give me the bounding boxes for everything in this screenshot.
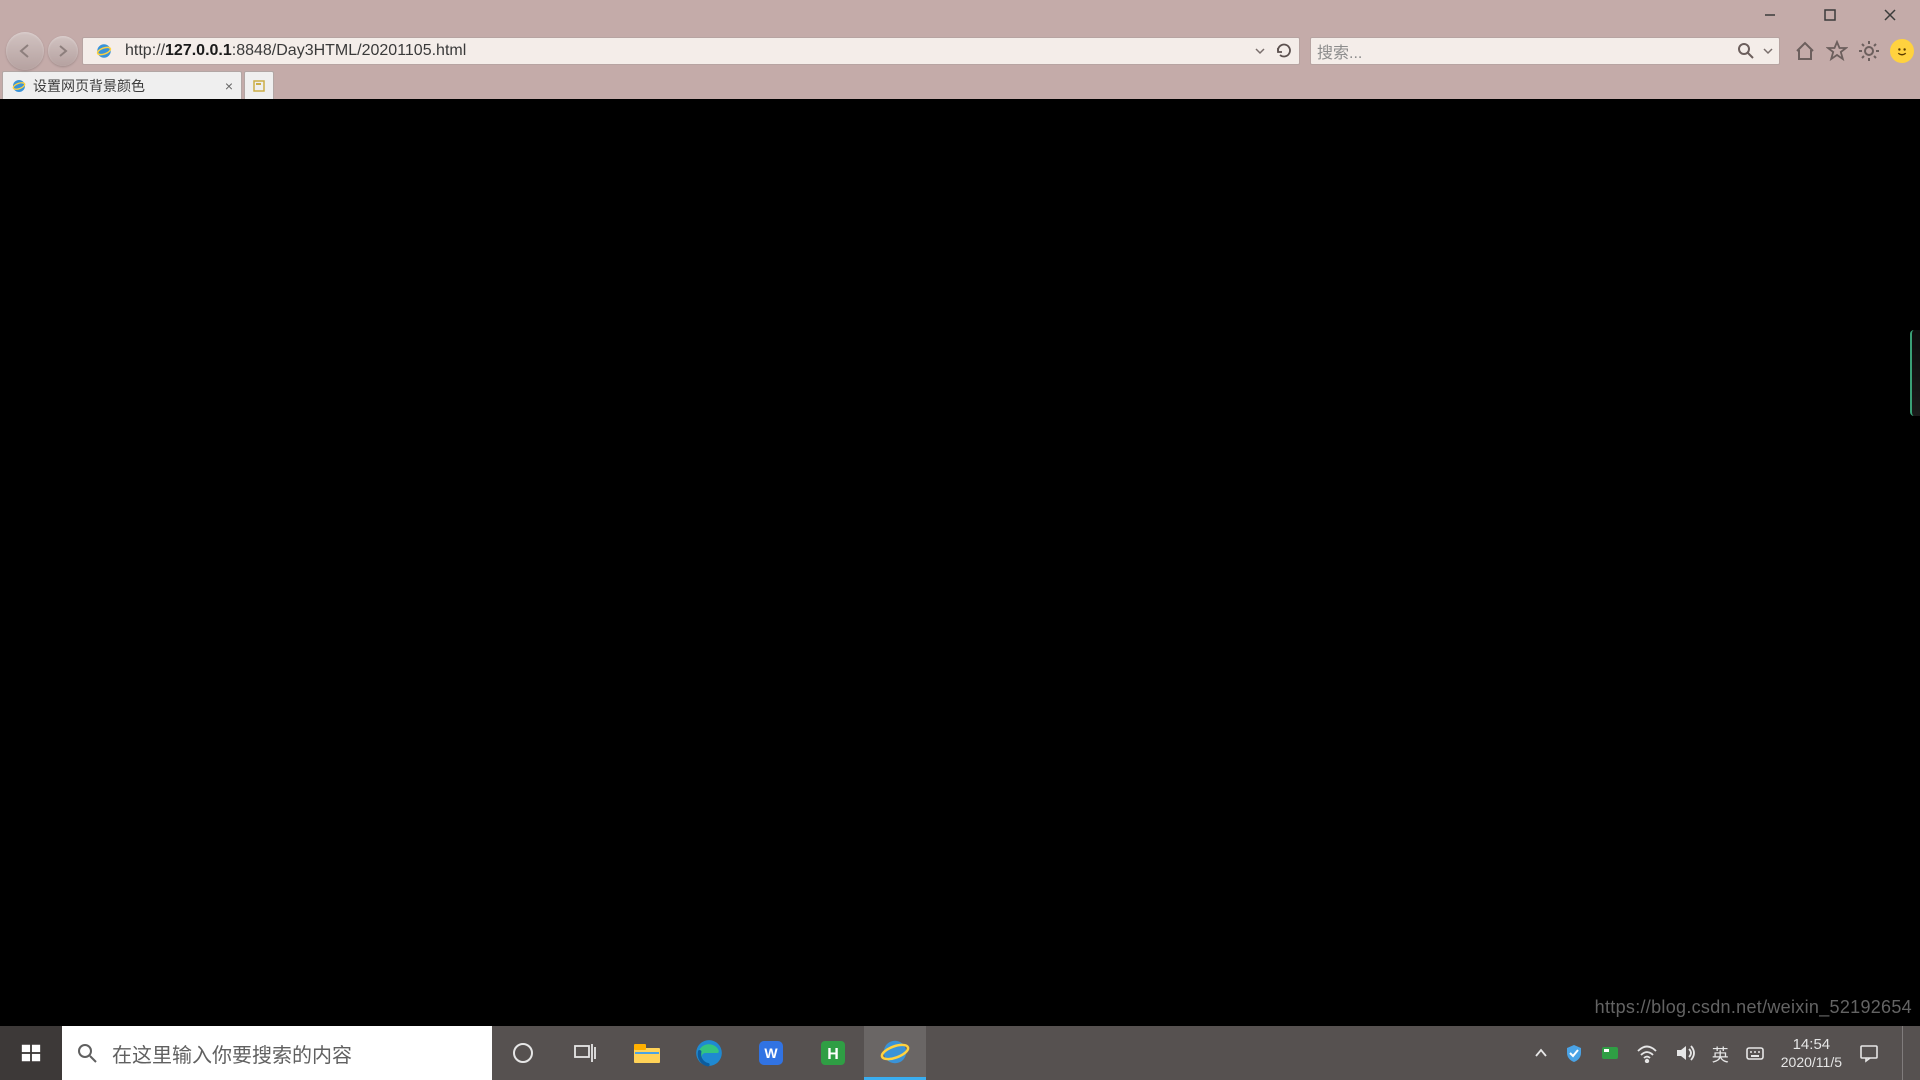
edge-side-widget[interactable] xyxy=(1910,330,1920,416)
browser-toolbar: http://127.0.0.1:8848/Day3HTML/20201105.… xyxy=(0,33,1920,69)
window-maximize-button[interactable] xyxy=(1800,0,1860,30)
volume-icon[interactable] xyxy=(1674,1043,1696,1063)
taskbar-app-file-explorer[interactable] xyxy=(616,1026,678,1080)
tab-strip: 设置网页背景颜色 × xyxy=(0,69,1920,99)
system-tray: 英 14:54 2020/11/5 xyxy=(1524,1026,1920,1080)
hbuilder-icon: H xyxy=(819,1039,847,1067)
tab-close-button[interactable]: × xyxy=(225,78,233,94)
ime-keyboard-icon[interactable] xyxy=(1745,1043,1765,1063)
new-tab-button[interactable] xyxy=(244,71,274,99)
home-icon[interactable] xyxy=(1794,40,1816,62)
taskbar-cortana-button[interactable] xyxy=(492,1026,554,1080)
back-button[interactable] xyxy=(6,32,44,70)
address-bar[interactable]: http://127.0.0.1:8848/Day3HTML/20201105.… xyxy=(82,37,1300,65)
cortana-icon xyxy=(511,1041,535,1065)
taskbar-clock[interactable]: 14:54 2020/11/5 xyxy=(1781,1036,1842,1071)
taskbar-app-internet-explorer[interactable] xyxy=(864,1026,926,1080)
taskbar-taskview-button[interactable] xyxy=(554,1026,616,1080)
ime-language-indicator[interactable]: 英 xyxy=(1712,1041,1729,1066)
search-placeholder: 搜索... xyxy=(1317,39,1362,63)
window-title-bar xyxy=(0,0,1920,33)
toolbar-right-icons xyxy=(1794,39,1914,63)
taskbar-app-wps[interactable]: W xyxy=(740,1026,802,1080)
search-icon xyxy=(76,1042,98,1064)
close-icon xyxy=(1883,8,1897,22)
forward-button[interactable] xyxy=(48,36,78,66)
favorites-icon[interactable] xyxy=(1826,40,1848,62)
taskbar-app-hbuilder[interactable]: H xyxy=(802,1026,864,1080)
refresh-icon[interactable] xyxy=(1275,42,1293,60)
new-tab-icon xyxy=(252,79,266,93)
taskview-icon xyxy=(572,1042,598,1064)
feedback-smiley-icon[interactable] xyxy=(1890,39,1914,63)
taskbar-search[interactable]: 在这里输入你要搜索的内容 xyxy=(62,1026,492,1080)
file-explorer-icon xyxy=(632,1040,662,1066)
chevron-down-icon[interactable] xyxy=(1763,46,1773,56)
chevron-down-icon[interactable] xyxy=(1255,46,1265,56)
clock-date: 2020/11/5 xyxy=(1781,1054,1842,1071)
taskbar-app-edge[interactable] xyxy=(678,1026,740,1080)
taskbar-spacer xyxy=(926,1026,1524,1080)
edge-icon xyxy=(695,1039,723,1067)
back-arrow-icon xyxy=(15,41,35,61)
tray-overflow-icon[interactable] xyxy=(1534,1046,1548,1060)
ie-icon xyxy=(880,1037,910,1067)
tray-app-icon[interactable] xyxy=(1600,1043,1620,1063)
wifi-icon[interactable] xyxy=(1636,1043,1658,1063)
gear-icon[interactable] xyxy=(1858,40,1880,62)
page-content xyxy=(0,99,1920,1026)
ie-page-icon xyxy=(11,78,27,94)
tab-title: 设置网页背景颜色 xyxy=(33,76,145,96)
search-box[interactable]: 搜索... xyxy=(1310,37,1780,65)
address-bar-url: http://127.0.0.1:8848/Day3HTML/20201105.… xyxy=(125,42,1249,60)
tab-active[interactable]: 设置网页背景颜色 × xyxy=(2,71,242,99)
maximize-icon xyxy=(1823,8,1837,22)
action-center-icon[interactable] xyxy=(1858,1043,1880,1063)
forward-arrow-icon xyxy=(55,43,71,59)
windows-logo-icon xyxy=(20,1042,42,1064)
window-minimize-button[interactable] xyxy=(1740,0,1800,30)
wps-icon: W xyxy=(757,1039,785,1067)
start-button[interactable] xyxy=(0,1026,62,1080)
ie-page-icon xyxy=(93,40,115,62)
clock-time: 14:54 xyxy=(1793,1036,1831,1054)
window-close-button[interactable] xyxy=(1860,0,1920,30)
svg-text:H: H xyxy=(827,1046,839,1063)
minimize-icon xyxy=(1763,8,1777,22)
search-icon[interactable] xyxy=(1737,42,1755,60)
svg-text:W: W xyxy=(764,1045,778,1061)
windows-taskbar: 在这里输入你要搜索的内容 W H 英 14:54 2020/11/5 xyxy=(0,1026,1920,1080)
security-shield-icon[interactable] xyxy=(1564,1043,1584,1063)
taskbar-search-placeholder: 在这里输入你要搜索的内容 xyxy=(112,1039,352,1068)
show-desktop-button[interactable] xyxy=(1902,1026,1910,1080)
